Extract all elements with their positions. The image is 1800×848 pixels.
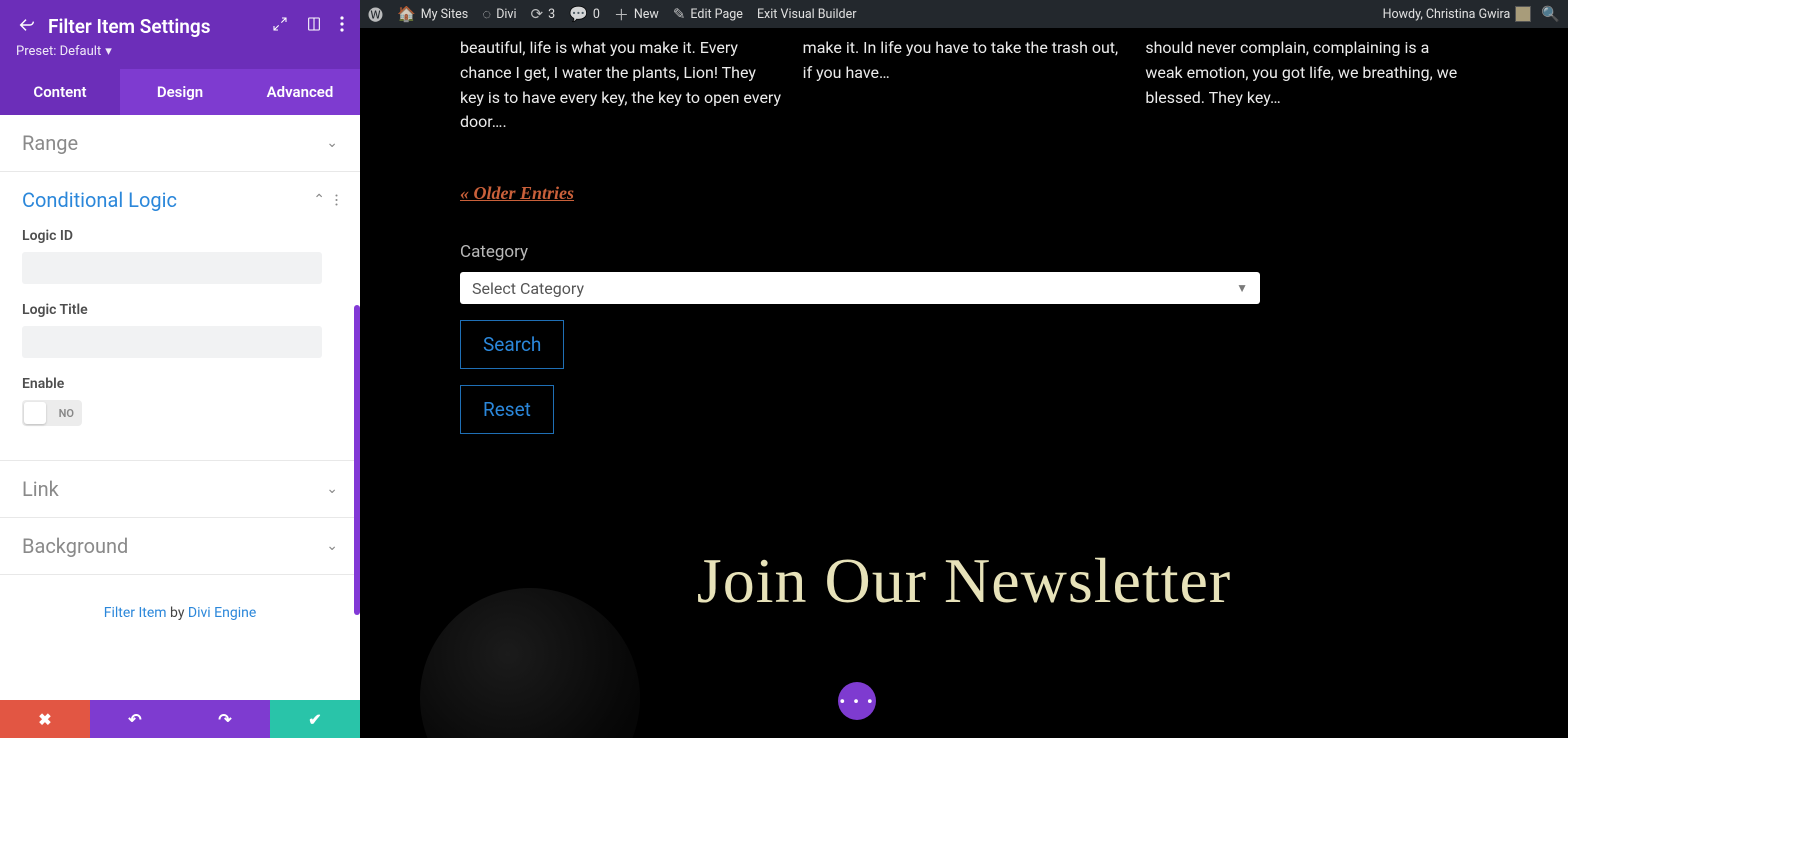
edit-page-label: Edit Page (690, 7, 743, 22)
field-enable: Enable NO (22, 376, 338, 426)
plus-icon: ＋ (614, 4, 629, 25)
search-icon: 🔍 (1541, 5, 1560, 23)
pencil-icon: ✎ (673, 5, 686, 23)
enable-toggle-value: NO (59, 407, 74, 420)
plugin-credit: Filter Item by Divi Engine (0, 575, 360, 651)
save-button[interactable]: ✔ (270, 700, 360, 738)
post-excerpt-1: beautiful, life is what you make it. Eve… (460, 36, 783, 135)
wp-comments[interactable]: 💬0 (569, 5, 600, 23)
sidebar-header: Filter Item Settings Preset: Default ▾ (0, 0, 360, 69)
redo-button[interactable]: ↷ (180, 700, 270, 738)
conditional-logic-content: Logic ID Logic Title Enable NO (22, 228, 338, 426)
wordpress-icon: 🅦 (368, 4, 383, 25)
comments-icon: 💬 (569, 5, 588, 23)
preset-selector[interactable]: Preset: Default ▾ (16, 44, 344, 59)
divi-icon: ◌ (482, 5, 491, 23)
exit-vb-label: Exit Visual Builder (757, 7, 857, 22)
tab-content[interactable]: Content (0, 69, 120, 115)
logic-title-label: Logic Title (22, 302, 338, 318)
chevron-down-icon: ⌄ (326, 135, 338, 151)
sidebar-body: Range ⌄ Conditional Logic ⌃ Logic ID (0, 115, 360, 700)
wp-exit-vb[interactable]: Exit Visual Builder (757, 7, 857, 22)
wp-updates[interactable]: ⟳3 (531, 5, 556, 23)
section-background-toggle[interactable]: Background ⌄ (22, 534, 338, 558)
wp-edit-page[interactable]: ✎ Edit Page (673, 5, 743, 23)
section-conditional-logic: Conditional Logic ⌃ Logic ID Logic Title (0, 172, 360, 461)
credit-item[interactable]: Filter Item (104, 605, 167, 621)
section-background: Background ⌄ (0, 518, 360, 575)
page-preview: beautiful, life is what you make it. Eve… (360, 28, 1568, 738)
tab-advanced[interactable]: Advanced (240, 69, 360, 115)
chevron-down-icon: ⌄ (326, 481, 338, 497)
responsive-icon[interactable] (306, 16, 322, 36)
wp-search[interactable]: 🔍 (1541, 5, 1560, 23)
updates-count: 3 (548, 7, 555, 22)
builder-menu-button[interactable]: • • • (838, 682, 876, 720)
scrollbar-thumb[interactable] (354, 305, 360, 615)
section-background-label: Background (22, 534, 128, 558)
logic-id-input[interactable] (22, 252, 322, 284)
my-sites-label: My Sites (421, 7, 469, 22)
section-link-label: Link (22, 477, 59, 501)
section-range-toggle[interactable]: Range ⌄ (22, 131, 338, 155)
credit-brand[interactable]: Divi Engine (188, 605, 256, 621)
section-link-toggle[interactable]: Link ⌄ (22, 477, 338, 501)
credit-by: by (167, 605, 188, 621)
logic-title-input[interactable] (22, 326, 322, 358)
new-label: New (634, 7, 659, 22)
category-placeholder: Select Category (472, 279, 584, 298)
section-link: Link ⌄ (0, 461, 360, 518)
comments-count: 0 (593, 7, 600, 22)
chevron-down-icon: ⌄ (326, 538, 338, 554)
home-icon: 🏠 (397, 5, 416, 23)
section-conditional-logic-label: Conditional Logic (22, 188, 177, 212)
section-range: Range ⌄ (0, 115, 360, 172)
dots-icon: • • • (839, 692, 874, 711)
wp-divi[interactable]: ◌ Divi (482, 5, 516, 23)
sidebar-tabs: Content Design Advanced (0, 69, 360, 115)
tab-design[interactable]: Design (120, 69, 240, 115)
post-excerpt-2: make it. In life you have to take the tr… (803, 36, 1126, 135)
reset-button[interactable]: Reset (460, 385, 554, 434)
divi-label: Divi (496, 7, 516, 22)
field-logic-id: Logic ID (22, 228, 338, 284)
chevron-down-icon: ▾ (105, 44, 112, 59)
search-button[interactable]: Search (460, 320, 564, 369)
undo-button[interactable]: ↶ (90, 700, 180, 738)
dropdown-icon: ▼ (1236, 281, 1248, 295)
enable-label: Enable (22, 376, 338, 392)
discard-button[interactable]: ✖ (0, 700, 90, 738)
posts-row: beautiful, life is what you make it. Eve… (360, 36, 1568, 135)
enable-toggle[interactable]: NO (22, 400, 82, 426)
sidebar-footer: ✖ ↶ ↷ ✔ (0, 700, 360, 738)
wp-admin-bar: 🅦 🏠My Sites ◌Divi ⟳3 💬0 ＋New ✎Edit Page … (360, 0, 1568, 28)
field-logic-title: Logic Title (22, 302, 338, 358)
logic-id-label: Logic ID (22, 228, 338, 244)
expand-icon[interactable] (272, 16, 288, 36)
settings-sidebar: Filter Item Settings Preset: Default ▾ C… (0, 0, 360, 738)
wp-howdy[interactable]: Howdy, Christina Gwira (1383, 6, 1532, 22)
sidebar-title: Filter Item Settings (48, 15, 260, 38)
chevron-up-icon: ⌃ (313, 192, 325, 208)
wp-my-sites[interactable]: 🏠 My Sites (397, 5, 468, 23)
updates-icon: ⟳ (531, 5, 544, 23)
wp-new[interactable]: ＋ New (614, 4, 659, 25)
preset-label: Preset: Default (16, 44, 101, 59)
back-icon[interactable] (16, 14, 36, 38)
howdy-label: Howdy, Christina Gwira (1383, 7, 1511, 22)
category-select[interactable]: Select Category ▼ (460, 272, 1260, 304)
post-excerpt-3: should never complain, complaining is a … (1145, 36, 1468, 135)
more-options-icon[interactable] (340, 16, 344, 36)
section-conditional-logic-toggle[interactable]: Conditional Logic ⌃ (22, 188, 338, 212)
section-more-icon[interactable] (335, 188, 338, 212)
avatar (1515, 6, 1531, 22)
section-range-label: Range (22, 131, 78, 155)
older-entries-link[interactable]: « Older Entries (460, 183, 574, 204)
wp-logo[interactable]: 🅦 (368, 4, 383, 25)
category-label: Category (460, 242, 1568, 262)
